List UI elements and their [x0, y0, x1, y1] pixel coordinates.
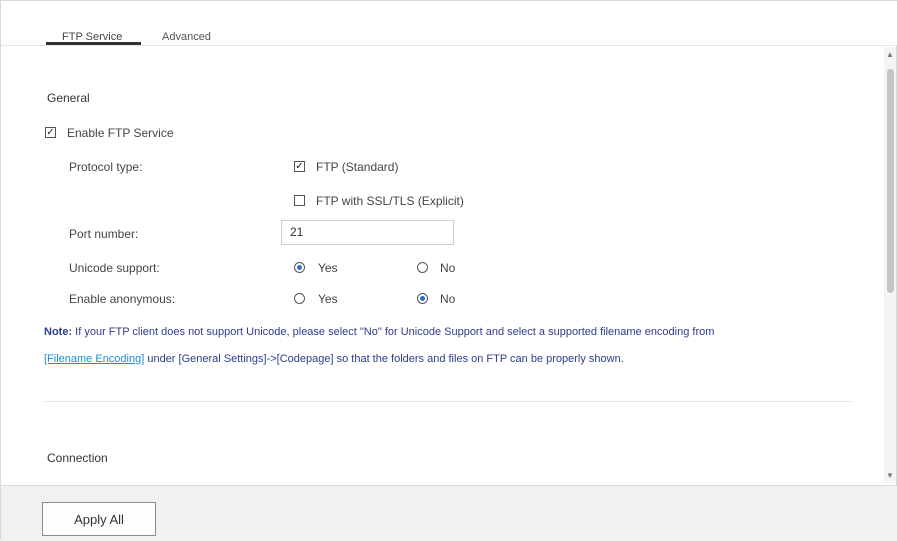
settings-content: General ✓ Enable FTP Service Protocol ty…: [1, 47, 886, 483]
enable-ftp-checkbox[interactable]: ✓: [45, 127, 56, 138]
note-prefix: Note:: [44, 326, 73, 338]
anonymous-no-label: No: [440, 292, 456, 306]
ftp-ssl-tls-label: FTP with SSL/TLS (Explicit): [316, 194, 464, 208]
unicode-no-radio[interactable]: [417, 262, 428, 273]
unicode-yes-radio[interactable]: [294, 262, 305, 273]
anonymous-no-radio[interactable]: [417, 293, 428, 304]
general-section-title: General: [47, 91, 90, 105]
enable-ftp-label: Enable FTP Service: [67, 126, 174, 140]
active-tab-indicator: [46, 42, 141, 45]
vertical-scrollbar[interactable]: ▲ ▼: [884, 47, 896, 483]
apply-all-button[interactable]: Apply All: [42, 502, 156, 536]
note-text-line2: under [General Settings]->[Codepage] so …: [144, 353, 624, 365]
section-divider: [44, 401, 851, 402]
scroll-up-arrow-icon[interactable]: ▲: [886, 51, 894, 59]
unicode-support-label: Unicode support:: [69, 261, 160, 275]
ftp-standard-checkbox[interactable]: ✓: [294, 161, 305, 172]
tab-advanced[interactable]: Advanced: [162, 31, 211, 43]
scrollbar-thumb[interactable]: [887, 69, 894, 293]
protocol-type-label: Protocol type:: [69, 160, 143, 174]
filename-encoding-link[interactable]: [Filename Encoding]: [44, 353, 144, 365]
ftp-ssl-tls-checkbox[interactable]: [294, 195, 305, 206]
anonymous-yes-radio[interactable]: [294, 293, 305, 304]
unicode-no-label: No: [440, 261, 456, 275]
unicode-note-line1: Note: If your FTP client does not suppor…: [44, 326, 714, 338]
scroll-down-arrow-icon[interactable]: ▼: [886, 472, 894, 480]
ftp-standard-label: FTP (Standard): [316, 160, 399, 174]
ftp-settings-window: FTP Service Advanced General ✓ Enable FT…: [0, 0, 897, 541]
note-text-line1: If your FTP client does not support Unic…: [72, 326, 715, 338]
enable-anonymous-label: Enable anonymous:: [69, 292, 176, 306]
footer-bar: Apply All: [1, 485, 897, 541]
connection-section-title: Connection: [47, 451, 108, 465]
port-number-input[interactable]: 21: [281, 220, 454, 245]
unicode-note-line2: [Filename Encoding] under [General Setti…: [44, 353, 624, 365]
unicode-yes-label: Yes: [318, 261, 338, 275]
port-number-label: Port number:: [69, 227, 139, 241]
tab-bar: FTP Service Advanced: [1, 1, 897, 46]
anonymous-yes-label: Yes: [318, 292, 338, 306]
